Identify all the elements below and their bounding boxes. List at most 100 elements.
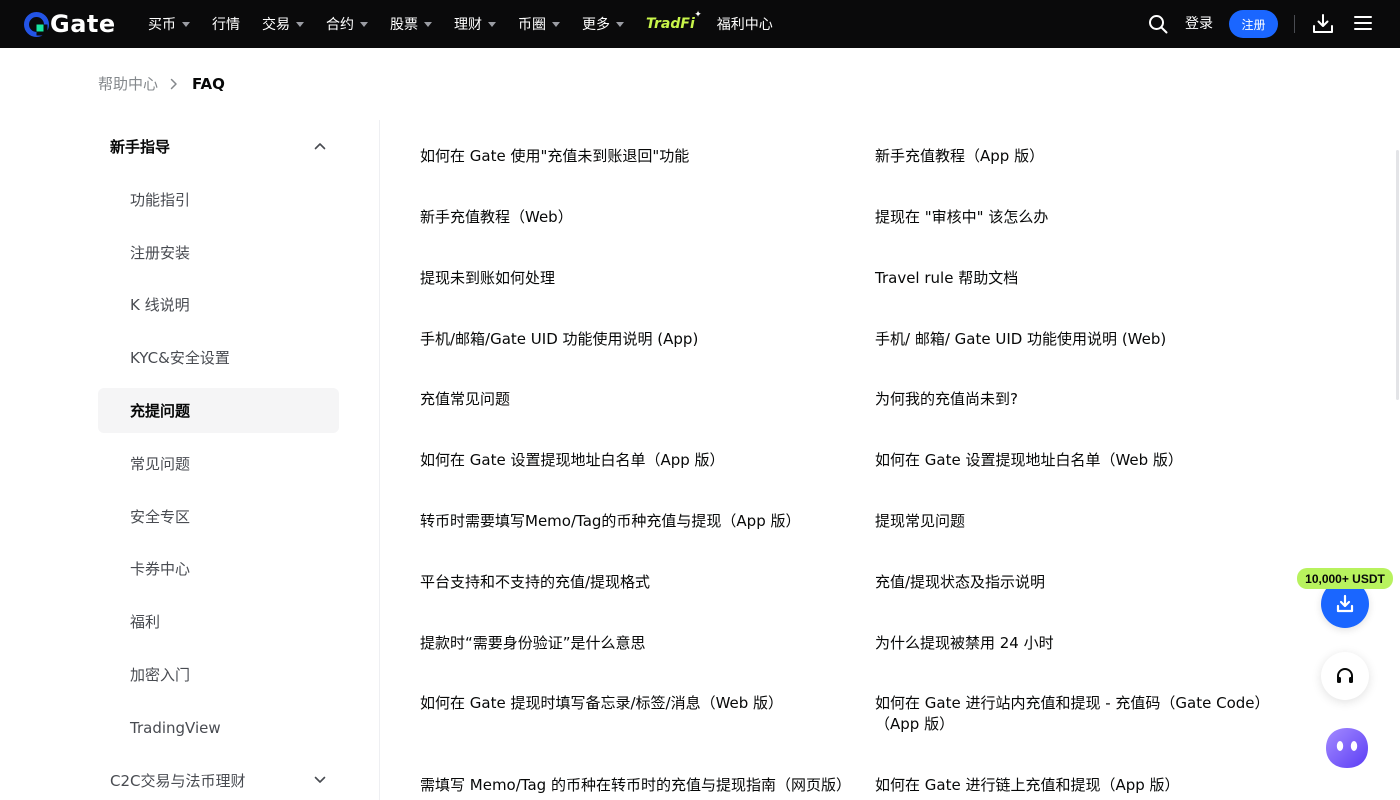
chevron-right-icon [170, 78, 177, 90]
faq-sidebar: 新手指导 功能指引 注册安装 K 线说明 KYC&安全设置 充提问题 常见问题 … [98, 120, 380, 800]
faq-link[interactable]: 新手充值教程（App 版） [875, 146, 1280, 167]
sidebar-item-common-questions[interactable]: 常见问题 [98, 441, 339, 486]
top-navbar: Gate 买币 行情 交易 合约 股票 理财 币圈 更多 TradFi ✦ 福利中… [0, 0, 1400, 48]
faq-link[interactable]: 提现常见问题 [875, 511, 1280, 532]
nav-buy-crypto[interactable]: 买币 [148, 14, 190, 34]
nav-label: 买币 [148, 17, 176, 33]
search-icon[interactable] [1148, 14, 1168, 34]
sidebar-group-beginner-guide[interactable]: 新手指导 [110, 134, 326, 158]
faq-link[interactable]: 转币时需要填写Memo/Tag的币种充值与提现（App 版） [420, 511, 850, 532]
sidebar-item-label: 加密入门 [130, 666, 191, 684]
nav-welfare-center[interactable]: 福利中心 [717, 14, 773, 34]
menu-icon[interactable] [1354, 15, 1372, 31]
sidebar-item-registration[interactable]: 注册安装 [98, 230, 339, 275]
nav-label: 股票 [390, 17, 418, 33]
gate-logo-icon [24, 11, 49, 37]
sidebar-item-label: 常见问题 [130, 455, 191, 473]
faq-link[interactable]: 为何我的充值尚未到? [875, 389, 1280, 410]
gate-logo[interactable]: Gate [24, 11, 116, 37]
faq-link[interactable]: 新手充值教程（Web） [420, 207, 850, 228]
customer-support-button[interactable] [1321, 652, 1369, 700]
sidebar-item-label: K 线说明 [130, 296, 190, 314]
login-link[interactable]: 登录 [1185, 14, 1213, 34]
faq-link[interactable]: 手机/ 邮箱/ Gate UID 功能使用说明 (Web) [875, 329, 1280, 350]
nav-tradfi[interactable]: TradFi ✦ [646, 10, 702, 32]
faq-link[interactable]: 为什么提现被禁用 24 小时 [875, 633, 1280, 654]
sidebar-item-coupon-center[interactable]: 卡券中心 [98, 546, 339, 591]
sidebar-item-label: 功能指引 [130, 191, 191, 209]
sidebar-group-label: C2C交易与法币理财 [110, 771, 246, 790]
faq-link[interactable]: 提款时“需要身份验证”是什么意思 [420, 633, 850, 654]
sidebar-item-label: KYC&安全设置 [130, 349, 230, 367]
sidebar-item-feature-guide[interactable]: 功能指引 [98, 177, 339, 222]
download-icon [1336, 594, 1354, 613]
faq-link[interactable]: 如何在 Gate 进行链上充值和提现（App 版） [875, 775, 1280, 796]
breadcrumb: 帮助中心 FAQ [98, 74, 225, 94]
nav-futures[interactable]: 合约 [326, 14, 368, 34]
nav-markets[interactable]: 行情 [212, 14, 240, 34]
sidebar-item-kline[interactable]: K 线说明 [98, 282, 339, 327]
faq-link[interactable]: 手机/邮箱/Gate UID 功能使用说明 (App) [420, 329, 850, 350]
faq-link[interactable]: 如何在 Gate 提现时填写备忘录/标签/消息（Web 版） [420, 693, 850, 714]
caret-down-icon [616, 21, 624, 27]
tradfi-label: TradFi [646, 16, 695, 32]
sidebar-item-crypto-intro[interactable]: 加密入门 [98, 652, 339, 697]
sidebar-item-kyc-security[interactable]: KYC&安全设置 [98, 335, 339, 380]
nav-community[interactable]: 币圈 [518, 14, 560, 34]
sidebar-item-label: 安全专区 [130, 508, 191, 526]
headset-icon [1337, 668, 1353, 683]
faq-link[interactable]: 平台支持和不支持的充值/提现格式 [420, 572, 850, 593]
main-menu: 买币 行情 交易 合约 股票 理财 币圈 更多 TradFi ✦ 福利中心 [148, 0, 795, 48]
caret-down-icon [552, 21, 560, 27]
faq-link[interactable]: 提现在 "审核中" 该怎么办 [875, 207, 1280, 228]
nav-label: 理财 [454, 17, 482, 33]
caret-down-icon [360, 21, 368, 27]
caret-down-icon [488, 21, 496, 27]
faq-link[interactable]: 如何在 Gate 进行站内充值和提现 - 充值码（Gate Code）（App … [875, 693, 1280, 735]
breadcrumb-current: FAQ [192, 75, 225, 93]
nav-divider [1294, 15, 1295, 33]
nav-label: 交易 [262, 17, 290, 33]
nav-label: 行情 [212, 17, 240, 33]
nav-label: 更多 [582, 17, 610, 33]
sidebar-item-label: 福利 [130, 613, 161, 631]
sidebar-item-label: 卡券中心 [130, 560, 191, 578]
nav-trade[interactable]: 交易 [262, 14, 304, 34]
sidebar-item-tradingview[interactable]: TradingView [98, 705, 339, 750]
sidebar-item-security-zone[interactable]: 安全专区 [98, 494, 339, 539]
sidebar-group-c2c[interactable]: C2C交易与法币理财 [110, 768, 326, 792]
nav-earn[interactable]: 理财 [454, 14, 496, 34]
faq-link[interactable]: 如何在 Gate 使用"充值未到账退回"功能 [420, 146, 850, 167]
faq-link[interactable]: Travel rule 帮助文档 [875, 268, 1280, 289]
faq-link[interactable]: 充值/提现状态及指示说明 [875, 572, 1280, 593]
nav-stocks[interactable]: 股票 [390, 14, 432, 34]
faq-link[interactable]: 提现未到账如何处理 [420, 268, 850, 289]
download-icon[interactable] [1312, 13, 1334, 35]
logo-text: Gate [50, 10, 116, 38]
caret-down-icon [182, 21, 190, 27]
chevron-up-icon [314, 143, 326, 150]
faq-link[interactable]: 如何在 Gate 设置提现地址白名单（App 版） [420, 450, 850, 471]
register-button[interactable]: 注册 [1229, 10, 1278, 38]
scrollbar[interactable] [1396, 150, 1399, 400]
faq-list: 如何在 Gate 使用"充值未到账退回"功能 新手充值教程（App 版） 新手充… [380, 120, 1320, 800]
caret-down-icon [296, 21, 304, 27]
sparkle-icon: ✦ [694, 10, 702, 20]
promo-badge[interactable]: 10,000+ USDT [1297, 568, 1393, 589]
sidebar-group-label: 新手指导 [110, 137, 171, 156]
faq-link[interactable]: 充值常见问题 [420, 389, 850, 410]
breadcrumb-help-center[interactable]: 帮助中心 [98, 74, 158, 94]
sidebar-item-welfare[interactable]: 福利 [98, 599, 339, 644]
nav-label: 币圈 [518, 17, 546, 33]
nav-label: 合约 [326, 17, 354, 33]
sidebar-item-label: TradingView [130, 718, 221, 737]
faq-link[interactable]: 需填写 Memo/Tag 的币种在转币时的充值与提现指南（网页版） [420, 775, 851, 796]
sidebar-item-deposit-withdraw[interactable]: 充提问题 [98, 388, 339, 433]
nav-more[interactable]: 更多 [582, 14, 624, 34]
ai-assistant-icon[interactable] [1324, 726, 1370, 770]
sidebar-item-label: 充提问题 [130, 402, 191, 420]
nav-label: 福利中心 [716, 17, 773, 33]
sidebar-item-label: 注册安装 [130, 244, 191, 262]
faq-link[interactable]: 如何在 Gate 设置提现地址白名单（Web 版） [875, 450, 1280, 471]
caret-down-icon [424, 21, 432, 27]
